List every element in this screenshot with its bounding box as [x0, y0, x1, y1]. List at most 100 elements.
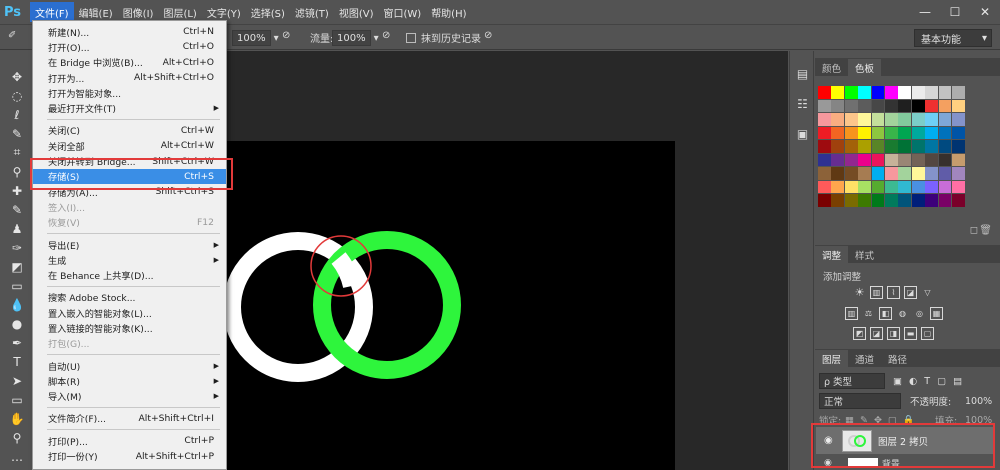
- eraser-tool-icon[interactable]: ◩: [0, 257, 34, 276]
- delete-swatch-icon[interactable]: 🗑: [979, 225, 992, 236]
- flow-control[interactable]: 100% ▾: [332, 30, 379, 46]
- color-swatch[interactable]: [858, 113, 871, 126]
- color-swatch[interactable]: [871, 140, 885, 153]
- color-swatch[interactable]: [938, 167, 952, 180]
- color-swatch[interactable]: [858, 99, 871, 112]
- color-swatch[interactable]: [925, 113, 938, 126]
- color-swatch[interactable]: [911, 140, 925, 153]
- levels-icon[interactable]: ▥: [870, 286, 883, 299]
- color-swatch[interactable]: [951, 99, 965, 112]
- color-swatch[interactable]: [844, 194, 858, 207]
- color-swatch[interactable]: [844, 99, 858, 112]
- color-swatch[interactable]: [898, 99, 912, 112]
- type-tool-icon[interactable]: T: [0, 352, 34, 371]
- color-swatch[interactable]: [844, 167, 858, 180]
- menu-file[interactable]: 文件(F): [30, 2, 74, 22]
- history-brush-tool-icon[interactable]: ✑: [0, 238, 34, 257]
- file-menu-item[interactable]: 打印一份(Y) Alt+Shift+Ctrl+P: [33, 448, 226, 464]
- color-swatch[interactable]: [818, 126, 831, 139]
- tab-swatches[interactable]: 色板: [848, 59, 882, 76]
- chevron-down-icon[interactable]: ▾: [274, 33, 279, 44]
- color-swatch[interactable]: [911, 113, 925, 126]
- file-menu-item[interactable]: 恢复(V) F12: [33, 215, 226, 230]
- color-swatch[interactable]: [844, 126, 858, 139]
- erase-history-toggle[interactable]: 抹到历史记录: [406, 30, 481, 45]
- color-swatch[interactable]: [831, 180, 845, 193]
- file-menu-item[interactable]: 最近打开文件(T) ▶: [33, 100, 226, 115]
- libraries-panel-icon[interactable]: ▣: [790, 123, 815, 145]
- color-swatch[interactable]: [938, 194, 952, 207]
- eraser-tool-icon[interactable]: ✐: [8, 30, 16, 41]
- color-swatch[interactable]: [884, 126, 898, 139]
- tab-layers[interactable]: 图层: [815, 350, 849, 367]
- color-swatch[interactable]: [911, 126, 925, 139]
- color-swatch[interactable]: [858, 167, 871, 180]
- color-swatch[interactable]: [925, 167, 938, 180]
- color-swatch[interactable]: [911, 180, 925, 193]
- selective-color-icon[interactable]: ▢: [921, 327, 934, 340]
- gradient-map-icon[interactable]: ▬: [904, 327, 917, 340]
- file-menu-item[interactable]: 导出(E) ▶: [33, 237, 226, 252]
- smart-filter-icon[interactable]: ▤: [953, 376, 962, 387]
- color-swatch[interactable]: [938, 140, 952, 153]
- color-lookup-icon[interactable]: ▦: [930, 307, 943, 320]
- color-swatch[interactable]: [898, 140, 912, 153]
- color-swatch[interactable]: [911, 99, 925, 112]
- color-swatch[interactable]: [871, 167, 885, 180]
- color-swatch[interactable]: [911, 194, 925, 207]
- color-swatch[interactable]: [951, 180, 965, 193]
- lasso-tool-icon[interactable]: ℓ: [0, 105, 34, 124]
- blur-tool-icon[interactable]: 💧: [0, 295, 34, 314]
- color-swatch[interactable]: [844, 153, 858, 166]
- color-swatch[interactable]: [858, 140, 871, 153]
- file-menu-item[interactable]: 打开(O)... Ctrl+O: [33, 39, 226, 54]
- color-swatch[interactable]: [871, 113, 885, 126]
- opacity-field[interactable]: 100%: [232, 30, 271, 46]
- file-menu-item[interactable]: 搜索 Adobe Stock...: [33, 290, 226, 305]
- pressure-size-icon[interactable]: ⊘: [484, 30, 492, 41]
- color-swatch[interactable]: [831, 167, 845, 180]
- color-swatch[interactable]: [898, 153, 912, 166]
- file-menu-item[interactable]: 关闭(C) Ctrl+W: [33, 123, 226, 138]
- color-swatch[interactable]: [938, 113, 952, 126]
- file-menu-item[interactable]: 打印(P)... Ctrl+P: [33, 433, 226, 448]
- tab-channels[interactable]: 通道: [848, 350, 881, 367]
- color-swatch[interactable]: [911, 153, 925, 166]
- color-swatch[interactable]: [898, 194, 912, 207]
- file-menu-item[interactable]: 在 Bridge 中浏览(B)... Alt+Ctrl+O: [33, 55, 226, 70]
- path-select-tool-icon[interactable]: ➤: [0, 371, 34, 390]
- color-swatch[interactable]: [844, 140, 858, 153]
- photo-filter-icon[interactable]: ◍: [896, 307, 909, 320]
- type-filter-icon[interactable]: T: [924, 376, 930, 387]
- file-menu-item[interactable]: 导入(M) ▶: [33, 389, 226, 404]
- color-swatch[interactable]: [884, 99, 898, 112]
- file-menu-item[interactable]: 置入链接的智能对象(K)...: [33, 320, 226, 335]
- color-swatch[interactable]: [884, 194, 898, 207]
- color-swatch[interactable]: [818, 113, 831, 126]
- hand-tool-icon[interactable]: ✋: [0, 409, 34, 428]
- posterize-icon[interactable]: ◪: [870, 327, 883, 340]
- color-swatch[interactable]: [884, 140, 898, 153]
- properties-panel-icon[interactable]: ☷: [790, 93, 815, 115]
- crop-tool-icon[interactable]: ⌗: [0, 143, 34, 162]
- flow-field[interactable]: 100%: [332, 30, 371, 46]
- color-swatch[interactable]: [951, 167, 965, 180]
- channel-mixer-icon[interactable]: ◎: [913, 307, 926, 320]
- minimize-button[interactable]: —: [910, 0, 940, 24]
- file-menu-item[interactable]: 脚本(R) ▶: [33, 373, 226, 388]
- color-swatch[interactable]: [831, 153, 845, 166]
- move-tool-icon[interactable]: ✥: [0, 67, 34, 86]
- close-button[interactable]: ✕: [970, 0, 1000, 24]
- color-swatch[interactable]: [938, 153, 952, 166]
- color-swatch[interactable]: [871, 153, 885, 166]
- color-swatch[interactable]: [884, 153, 898, 166]
- color-swatch[interactable]: [951, 153, 965, 166]
- menu-help[interactable]: 帮助(H): [426, 2, 471, 22]
- color-swatch[interactable]: [871, 86, 885, 99]
- airbrush-icon[interactable]: ⊘: [382, 30, 390, 41]
- color-swatch[interactable]: [858, 180, 871, 193]
- color-swatch[interactable]: [951, 86, 965, 99]
- vibrance-icon[interactable]: ▽: [921, 286, 934, 299]
- file-menu-item[interactable]: 打开为智能对象...: [33, 85, 226, 100]
- exposure-icon[interactable]: ◪: [904, 286, 917, 299]
